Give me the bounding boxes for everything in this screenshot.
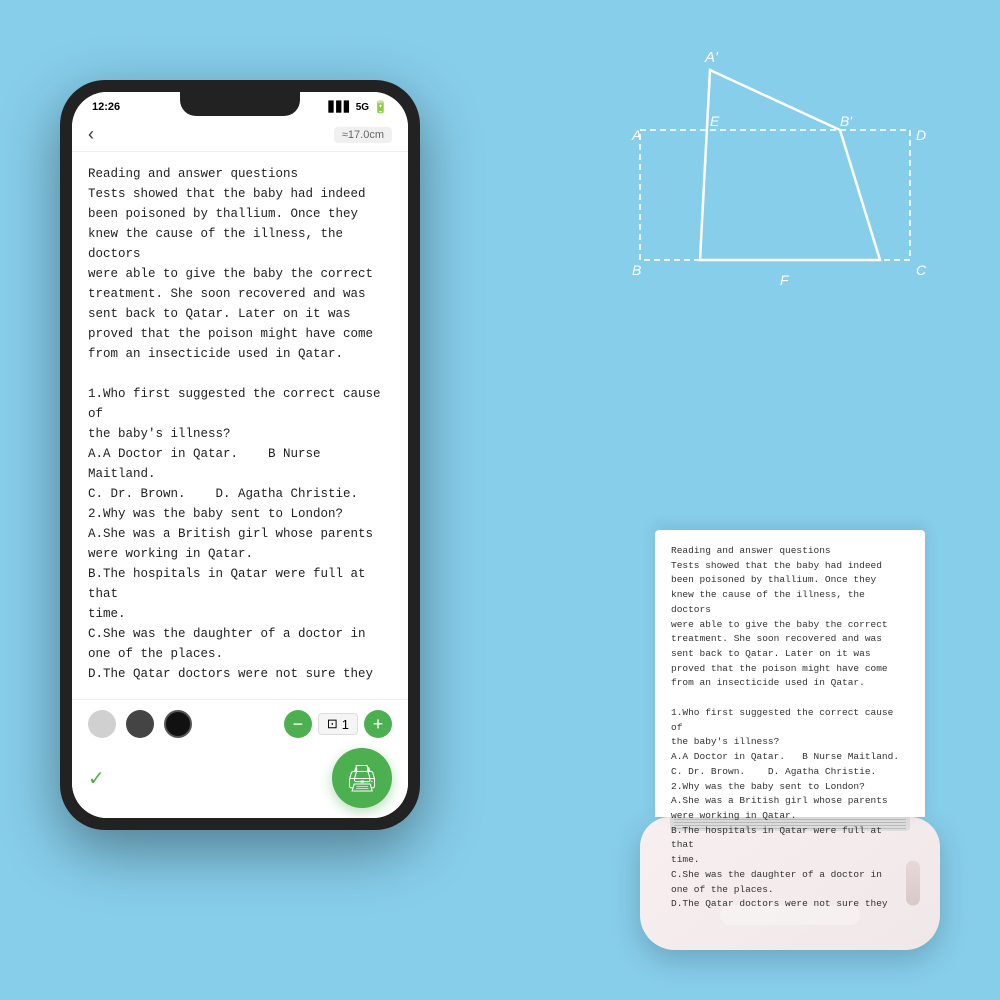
- size-icon: ⊡: [327, 716, 338, 732]
- svg-text:C: C: [916, 262, 927, 278]
- size-decrease-button[interactable]: −: [284, 710, 312, 738]
- phone-nav-bar[interactable]: ‹ ≈17.0cm: [72, 118, 408, 152]
- color-dot-dark[interactable]: [126, 710, 154, 738]
- phone-bottom-bar: − ⊡ 1 + ✓ 🖨: [72, 699, 408, 818]
- svg-text:B': B': [840, 113, 853, 129]
- phone-time: 12:26: [92, 101, 120, 113]
- print-icon: 🖨: [345, 763, 378, 794]
- svg-text:F: F: [780, 272, 790, 288]
- svg-text:D: D: [916, 127, 926, 143]
- printer-container: Reading and answer questions Tests showe…: [630, 530, 950, 950]
- battery-icon: 🔋: [373, 100, 388, 114]
- geometry-diagram: A' A E B' D B F C: [610, 20, 950, 300]
- svg-text:A': A': [704, 49, 719, 66]
- bottom-actions: ✓ 🖨: [88, 748, 392, 808]
- signal-icon: ▋▋▋: [329, 102, 352, 113]
- phone-container: 12:26 ▋▋▋ 5G 🔋 ‹ ≈17.0cm Reading and ans…: [60, 80, 420, 830]
- size-value: 1: [342, 717, 349, 732]
- check-icon: ✓: [88, 766, 105, 791]
- phone-screen: 12:26 ▋▋▋ 5G 🔋 ‹ ≈17.0cm Reading and ans…: [72, 92, 408, 818]
- size-controls: − ⊡ 1 +: [284, 710, 392, 738]
- printer-paper: Reading and answer questions Tests showe…: [655, 530, 925, 817]
- color-dot-black[interactable]: [164, 710, 192, 738]
- phone-notch: [180, 92, 300, 116]
- back-button[interactable]: ‹: [88, 124, 94, 145]
- network-type: 5G: [356, 102, 369, 113]
- svg-text:E: E: [710, 113, 720, 129]
- phone-content: Reading and answer questions Tests showe…: [72, 152, 408, 699]
- print-button[interactable]: 🖨: [332, 748, 392, 808]
- phone-status-icons: ▋▋▋ 5G 🔋: [329, 100, 388, 114]
- color-row: − ⊡ 1 +: [88, 710, 392, 738]
- printer-paper-text: Reading and answer questions Tests showe…: [671, 544, 909, 912]
- phone-body: 12:26 ▋▋▋ 5G 🔋 ‹ ≈17.0cm Reading and ans…: [60, 80, 420, 830]
- reading-text: Reading and answer questions Tests showe…: [88, 164, 392, 684]
- color-dot-light[interactable]: [88, 710, 116, 738]
- svg-text:B: B: [632, 262, 641, 278]
- size-increase-button[interactable]: +: [364, 710, 392, 738]
- svg-text:A: A: [631, 127, 641, 143]
- ruler-display: ≈17.0cm: [334, 127, 392, 143]
- size-display: ⊡ 1: [318, 713, 358, 735]
